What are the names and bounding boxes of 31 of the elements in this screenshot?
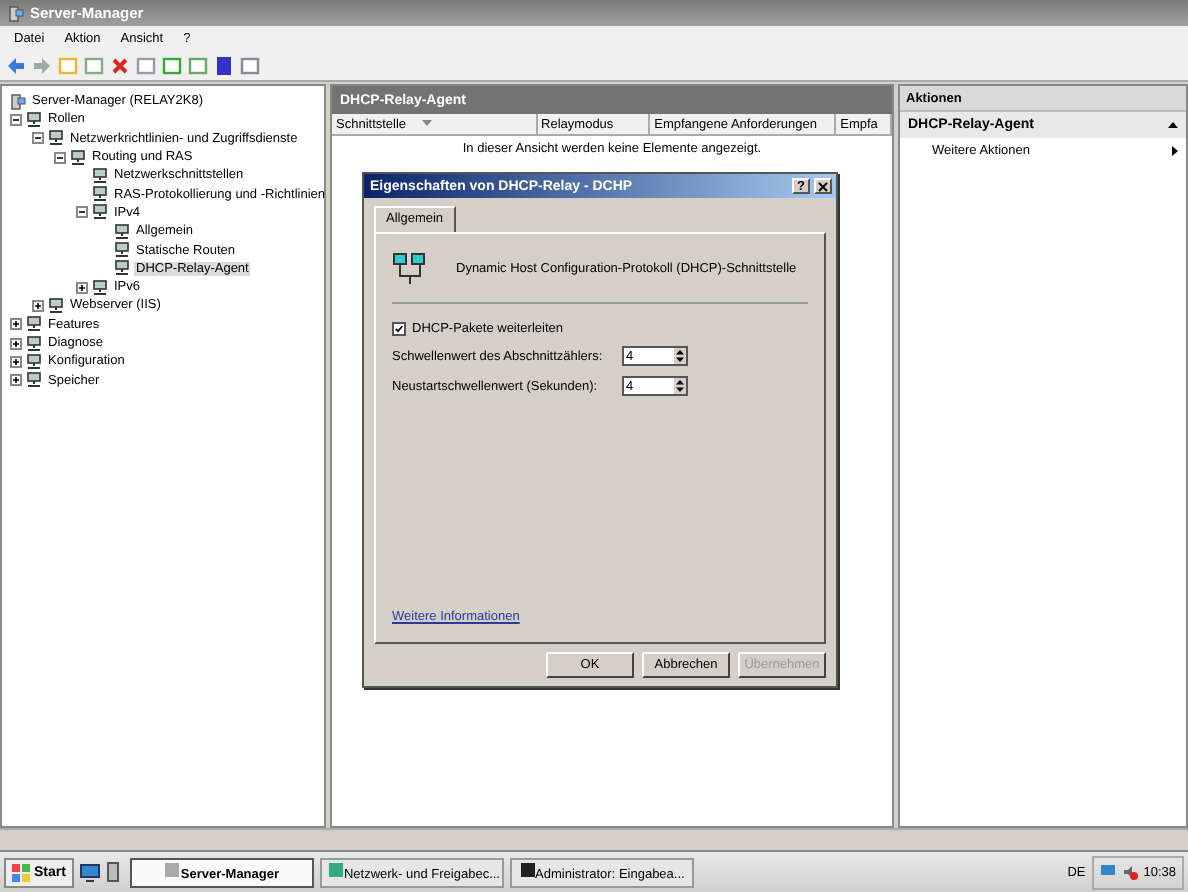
submenu-arrow-icon <box>1172 146 1178 156</box>
expand-toggle-icon[interactable] <box>10 355 22 368</box>
server-icon <box>8 5 24 21</box>
collapse-toggle-icon[interactable] <box>32 132 44 145</box>
network-icon[interactable] <box>1099 864 1116 880</box>
spin-arrows-icon[interactable] <box>674 348 686 364</box>
speaker-muted-icon[interactable] <box>1121 864 1138 880</box>
expand-toggle-icon[interactable] <box>76 281 88 294</box>
expand-toggle-icon[interactable] <box>10 337 22 349</box>
checkbox[interactable] <box>392 322 406 336</box>
network-icon <box>48 297 64 314</box>
collapse-toggle-icon[interactable] <box>54 151 66 164</box>
windows-logo-icon <box>12 863 30 881</box>
network-icon <box>92 279 108 296</box>
collapse-toggle-icon[interactable] <box>76 206 88 219</box>
server-icon <box>10 93 26 110</box>
expand-toggle-icon[interactable] <box>10 318 22 331</box>
expand-toggle-icon[interactable] <box>10 374 22 387</box>
server-icon[interactable] <box>105 862 124 882</box>
network-icon <box>48 130 64 147</box>
network-icon <box>70 149 86 166</box>
expand-toggle-icon[interactable] <box>32 299 44 312</box>
delete-icon[interactable] <box>110 56 130 76</box>
back-icon[interactable] <box>6 56 26 76</box>
close-button[interactable] <box>814 178 832 194</box>
network-icon <box>26 111 42 128</box>
desktop-icon[interactable] <box>79 863 100 881</box>
collapse-toggle-icon[interactable] <box>10 113 22 126</box>
collapse-arrow-icon[interactable] <box>1168 122 1178 128</box>
network-adapter-icon <box>392 252 428 286</box>
spin-arrows-icon[interactable] <box>674 378 686 394</box>
